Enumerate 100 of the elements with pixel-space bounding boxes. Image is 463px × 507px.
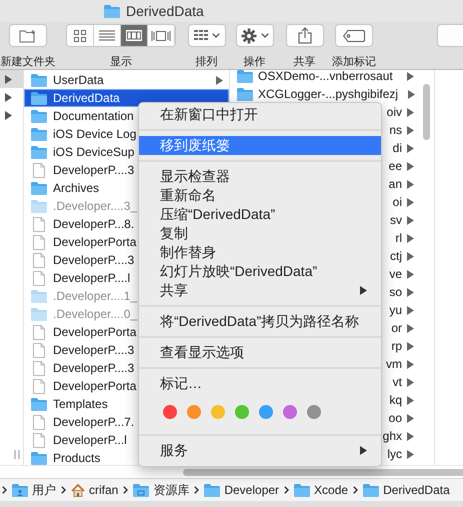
folder-icon (237, 70, 253, 82)
folder-icon (31, 128, 47, 140)
view-mode-button[interactable] (121, 25, 148, 46)
menu-item[interactable]: 在新窗口中打开 (139, 105, 381, 124)
folder-icon (31, 398, 47, 410)
folder-icon (363, 484, 380, 496)
file-name: ctj (390, 249, 402, 263)
submenu-arrow-icon (360, 286, 367, 295)
path-item[interactable]: 资源库 (153, 482, 190, 498)
file-row[interactable]: DeveloperP...7. (24, 413, 229, 431)
settings-icon (240, 28, 256, 44)
resize-handle-icon (14, 450, 20, 459)
menu-item[interactable]: 复制 (139, 224, 381, 243)
file-name: vm (386, 357, 402, 371)
menu-item[interactable]: 将“DerivedData”拷贝为路径名称 (139, 312, 381, 331)
action-button[interactable] (236, 24, 274, 47)
toolbar-label: 新建文件夹 (0, 54, 56, 69)
document-icon (33, 234, 45, 250)
folder-icon (31, 182, 47, 194)
tag-color-dot[interactable] (283, 404, 297, 418)
file-name: oiv (386, 105, 402, 119)
file-row[interactable]: UserData (24, 71, 229, 89)
folder-icon (294, 484, 310, 496)
menu-item[interactable]: 服务 (139, 441, 381, 460)
file-name: OSXDemo-...vnberrosaut (258, 70, 393, 83)
list-view-icon (99, 30, 115, 42)
folder-icon (31, 110, 47, 122)
file-name: ghx (382, 429, 402, 443)
file-name: rl (395, 231, 402, 245)
tag-color-dot[interactable] (163, 404, 177, 418)
file-row[interactable]: DeveloperP....3 (24, 359, 229, 377)
file-name: so (389, 285, 402, 299)
document-icon (33, 162, 45, 178)
home-icon (71, 484, 85, 496)
file-name: sv (390, 213, 402, 227)
folder-icon (104, 4, 120, 18)
toolbar-label: 添加标记 (332, 55, 376, 69)
folder-icon (31, 452, 47, 464)
file-name: yu (389, 303, 402, 317)
scrollbar-thumb[interactable] (183, 469, 463, 476)
chevron-icon (284, 486, 290, 494)
grid-icon (194, 30, 208, 42)
window-title: DerivedData (126, 3, 204, 19)
menu-item[interactable]: 查看显示选项 (139, 343, 381, 362)
folder-icon (204, 484, 220, 496)
cover-flow-icon (151, 30, 171, 42)
caret-icon (260, 33, 268, 38)
document-icon (33, 414, 45, 430)
menu-item[interactable]: 共享 (139, 281, 381, 300)
menu-item[interactable]: 标记… (139, 374, 381, 393)
toolbar-label: 显示 (110, 55, 132, 69)
document-icon (33, 252, 45, 268)
share-icon (298, 27, 312, 44)
path-item[interactable]: DerivedData (383, 483, 450, 497)
file-name: rp (391, 339, 402, 353)
file-name: vt (392, 375, 402, 389)
file-name: an (388, 177, 402, 191)
menu-item[interactable]: 显示检查器 (139, 167, 381, 186)
document-icon (33, 216, 45, 232)
document-icon (33, 378, 45, 394)
file-name: ns (389, 123, 402, 137)
menu-item[interactable]: 压缩“DerivedData” (139, 205, 381, 224)
tag-color-dot[interactable] (235, 404, 249, 418)
folder-icon (31, 308, 47, 320)
menu-item[interactable]: 移到废纸篓 (139, 136, 381, 155)
share-button[interactable] (286, 24, 324, 47)
file-name: or (391, 321, 402, 335)
menu-item[interactable]: 幻灯片放映“DerivedData” (139, 262, 381, 281)
menu-item[interactable]: 制作替身 (139, 243, 381, 262)
file-row[interactable]: Templates (24, 395, 229, 413)
path-item[interactable]: Developer (224, 483, 280, 497)
toolbar-label: 操作 (244, 55, 266, 69)
scrollbar-thumb[interactable] (423, 84, 430, 140)
folder-icon (31, 146, 47, 158)
view-mode-button[interactable] (67, 25, 94, 46)
path-item[interactable]: crifan (89, 483, 118, 497)
folder-icon (31, 200, 47, 212)
file-name: ve (389, 267, 402, 281)
tag-color-dot[interactable] (307, 404, 321, 418)
column-row[interactable] (0, 70, 23, 88)
path-item[interactable]: Xcode (314, 483, 348, 497)
file-name: lyc (387, 447, 402, 461)
document-icon (33, 342, 45, 358)
file-name: ee (388, 159, 402, 173)
path-item[interactable]: 用户 (32, 482, 56, 498)
tag-color-dot[interactable] (187, 404, 201, 418)
arrange-button[interactable] (188, 24, 226, 47)
chevron-icon (2, 486, 7, 494)
toolbar-label: 共享 (294, 54, 316, 69)
tag-button[interactable] (335, 24, 373, 47)
new-folder-button[interactable] (9, 24, 47, 47)
tag-color-dot[interactable] (259, 404, 273, 418)
document-icon (33, 324, 45, 340)
tag-icon (343, 30, 365, 42)
file-name: XCGLogger-...pyshgibifezj (258, 87, 398, 101)
tag-color-dot[interactable] (211, 404, 225, 418)
document-icon (33, 270, 45, 286)
icon-view-icon (74, 30, 86, 42)
menu-item[interactable]: 重新命名 (139, 186, 381, 205)
file-name: oi (392, 195, 402, 209)
